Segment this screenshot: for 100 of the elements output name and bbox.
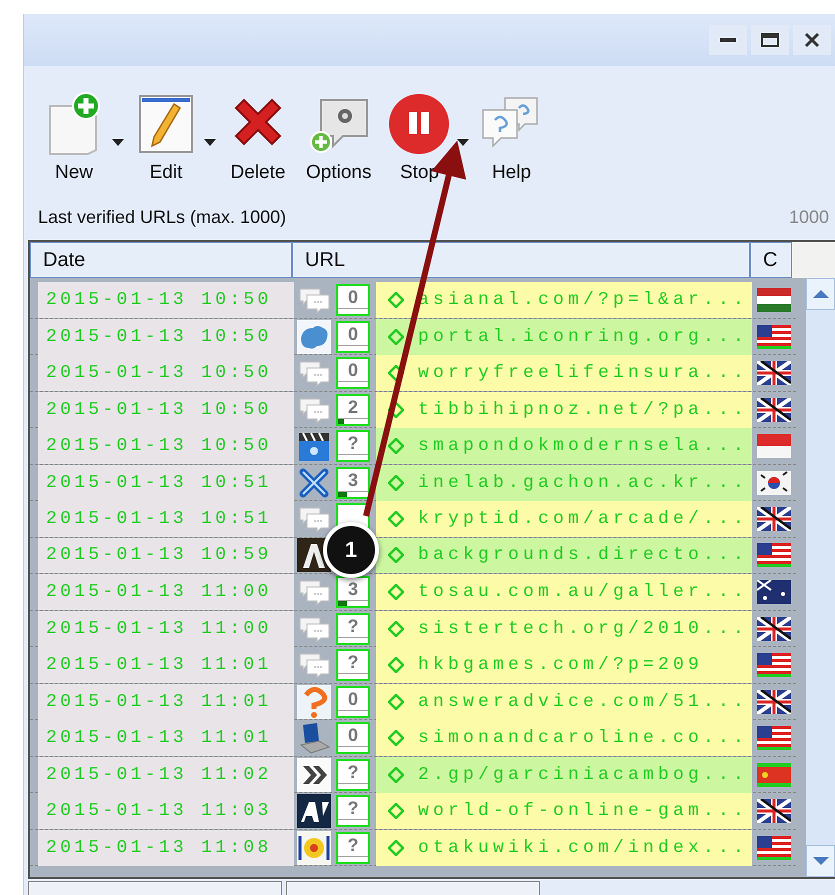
diamond-icon xyxy=(388,840,404,856)
count-text: ? xyxy=(348,760,358,782)
column-header[interactable]: URL xyxy=(292,242,750,278)
question-mark-icon xyxy=(297,684,331,718)
diamond-icon xyxy=(388,657,404,673)
date-cell: 2015-01-13 10:50 xyxy=(38,282,294,318)
diamond-icon xyxy=(388,474,404,490)
minimize-button[interactable] xyxy=(709,25,747,55)
list-title: Last verified URLs (max. 1000) xyxy=(38,206,286,228)
count-text: 0 xyxy=(348,359,358,381)
caret-icon[interactable] xyxy=(112,139,124,146)
diamond-icon xyxy=(388,292,404,308)
diamond-icon xyxy=(388,328,404,344)
diamond-icon xyxy=(388,694,404,710)
sun-flower-icon xyxy=(297,830,331,864)
diamond-icon xyxy=(388,438,404,454)
date-cell: 2015-01-13 10:51 xyxy=(38,501,294,536)
close-icon xyxy=(804,32,820,48)
column-header[interactable]: C xyxy=(750,242,792,278)
url-text: inelab.gachon.ac.kr... xyxy=(418,472,748,492)
url-text: tosau.com.au/galler... xyxy=(418,582,748,602)
flag-icon xyxy=(757,506,791,531)
flag-icon xyxy=(757,726,791,750)
url-text: kryptid.com/arcade/... xyxy=(418,508,748,529)
flag-icon xyxy=(757,690,791,714)
diamond-icon xyxy=(388,803,404,819)
diamond-icon xyxy=(388,730,404,746)
flag-icon xyxy=(757,580,791,604)
caret-icon[interactable] xyxy=(204,139,216,146)
caret-icon[interactable] xyxy=(457,139,470,146)
count-text: ? xyxy=(348,834,358,856)
diamond-icon xyxy=(388,365,404,381)
column-header[interactable]: Date xyxy=(30,242,292,278)
url-text: asianal.com/?p=l&ar... xyxy=(418,290,748,310)
count-text: 0 xyxy=(348,688,358,710)
flag-icon xyxy=(757,470,791,494)
date-cell: 2015-01-13 10:50 xyxy=(38,355,294,391)
diamond-icon xyxy=(388,620,404,636)
list-count: 1000 xyxy=(788,206,829,228)
diamond-icon xyxy=(388,402,404,418)
flag-icon xyxy=(757,398,791,422)
flag-icon xyxy=(757,434,791,458)
diamond-icon xyxy=(388,584,404,600)
close-button[interactable] xyxy=(793,25,831,55)
help-button[interactable]: Help xyxy=(475,92,548,184)
count-text: 0 xyxy=(348,322,358,344)
url-text: portal.iconring.org... xyxy=(418,326,748,346)
url-text: hkbgames.com/?p=209 xyxy=(418,655,704,675)
date-cell: 2015-01-13 11:01 xyxy=(38,720,294,756)
url-text: otakuwiki.com/index... xyxy=(418,838,748,858)
dark-logo-icon xyxy=(297,794,331,828)
diamond-icon xyxy=(388,766,404,782)
cloud-shape-icon xyxy=(297,320,331,354)
url-text: sistertech.org/2010... xyxy=(418,618,748,638)
url-text: worryfreelifeinsura... xyxy=(418,363,748,383)
delete-button[interactable]: Delete xyxy=(222,92,294,184)
date-cell: 2015-01-13 10:50 xyxy=(38,392,294,428)
maximize-icon xyxy=(761,33,779,47)
flag-icon xyxy=(757,543,791,568)
scroll-down-icon xyxy=(812,857,828,865)
url-text: smapondokmodernsela... xyxy=(418,436,748,456)
date-cell: 2015-01-13 10:50 xyxy=(38,318,294,354)
double-chevron-icon xyxy=(297,758,331,792)
date-cell: 2015-01-13 11:01 xyxy=(38,684,294,720)
url-text: simonandcaroline.co... xyxy=(418,728,748,748)
flag-icon xyxy=(757,288,791,312)
url-text: world-of-online-gam... xyxy=(418,801,748,821)
count-text: 0 xyxy=(348,286,358,308)
date-cell: 2015-01-13 10:59 xyxy=(38,538,294,573)
flag-icon xyxy=(757,836,791,860)
flag-icon xyxy=(757,799,791,823)
date-cell: 2015-01-13 11:08 xyxy=(38,830,294,866)
flag-icon xyxy=(757,653,791,677)
pause-icon xyxy=(387,92,452,156)
scrollbar[interactable] xyxy=(806,278,835,877)
options-button[interactable]: Options xyxy=(302,92,376,184)
date-cell: 2015-01-13 10:51 xyxy=(38,464,294,500)
date-cell: 2015-01-13 11:02 xyxy=(38,756,294,792)
flag-icon xyxy=(757,762,791,786)
date-cell: 2015-01-13 10:50 xyxy=(38,428,294,464)
laptop-icon xyxy=(297,721,331,755)
count-text: 3 xyxy=(348,578,358,600)
flag-icon xyxy=(757,616,791,640)
new-button[interactable]: New xyxy=(38,92,110,184)
url-text: answeradvice.com/51... xyxy=(418,692,748,712)
count-text: 0 xyxy=(348,724,358,746)
url-text: 2.gp/garciniacambog... xyxy=(418,764,748,784)
maximize-button[interactable] xyxy=(751,25,789,55)
minimize-icon xyxy=(720,38,736,42)
date-cell: 2015-01-13 11:03 xyxy=(38,793,294,829)
flag-icon xyxy=(757,324,791,348)
scroll-up-icon xyxy=(812,290,828,298)
count-text: ? xyxy=(348,614,358,636)
cross-logo-icon xyxy=(297,466,331,500)
date-cell: 2015-01-13 11:01 xyxy=(38,647,294,683)
date-cell: 2015-01-13 11:00 xyxy=(38,610,294,646)
count-text: 2 xyxy=(348,396,358,418)
count-text: ? xyxy=(348,797,358,819)
date-cell: 2015-01-13 11:00 xyxy=(38,574,294,610)
edit-button[interactable]: Edit xyxy=(130,92,202,184)
